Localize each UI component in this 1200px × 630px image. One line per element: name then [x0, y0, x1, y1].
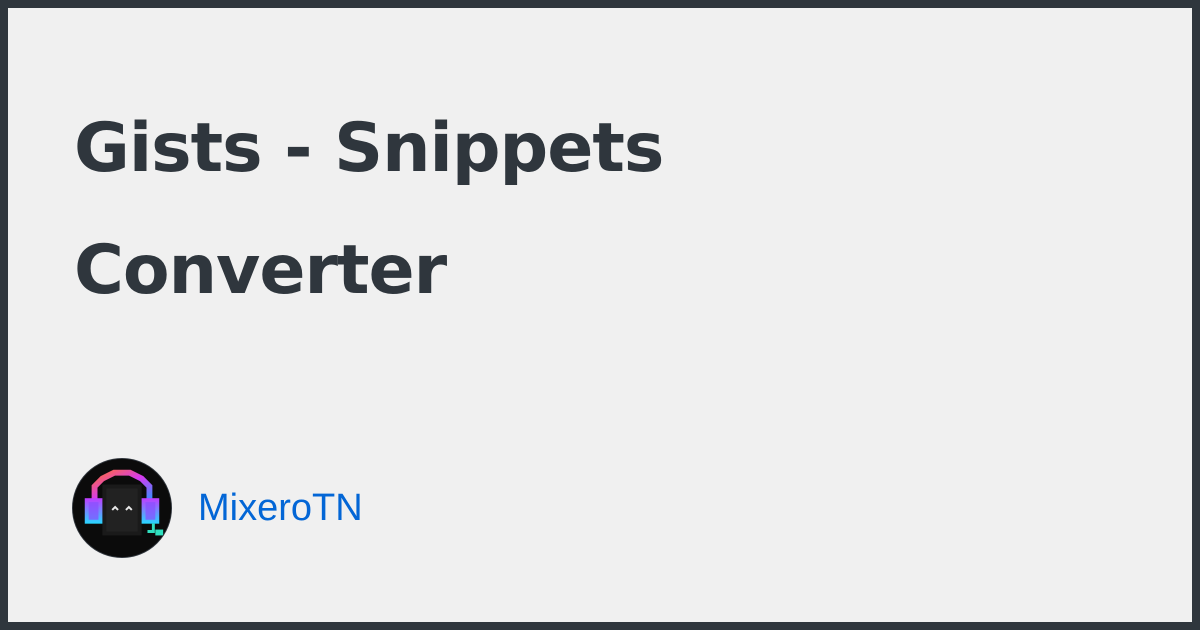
author-name-link[interactable]: MixeroTN	[198, 487, 363, 530]
headphones-character-icon	[73, 459, 171, 557]
repo-title-line-2: Converter	[74, 231, 447, 310]
repo-title: Gists - Snippets Converter	[74, 88, 974, 332]
author-block: MixeroTN	[72, 458, 363, 558]
repo-title-line-1: Gists - Snippets	[74, 109, 664, 188]
avatar[interactable]	[72, 458, 172, 558]
social-preview-card: Gists - Snippets Converter MixeroTN	[8, 8, 1192, 622]
